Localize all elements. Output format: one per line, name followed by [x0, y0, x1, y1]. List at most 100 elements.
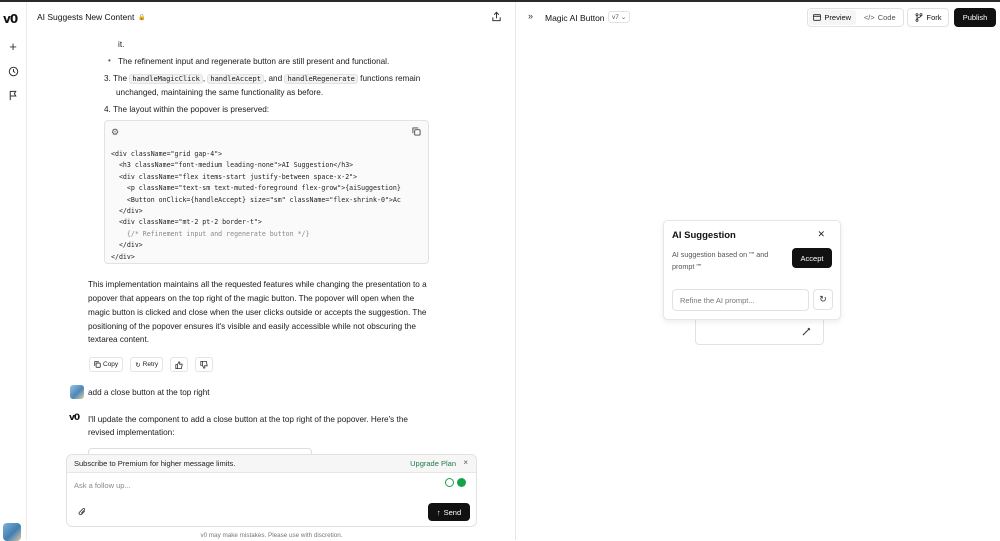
inline-code: handleRegenerate	[284, 74, 358, 84]
upgrade-banner: Subscribe to Premium for higher message …	[67, 455, 476, 473]
thumbs-up-button[interactable]	[170, 357, 189, 372]
tab-preview[interactable]: Preview	[809, 10, 856, 25]
settings-icon: ⚙	[111, 127, 120, 137]
assistant-tools	[445, 478, 466, 487]
window-icon	[813, 14, 822, 21]
chat-title[interactable]: AI Suggests New Content	[37, 12, 134, 22]
code-block: ⚙ <div className="grid gap-4"> <h3 class…	[104, 120, 429, 264]
preview-panel: » Magic AI Button v7 ⌄ Preview </> Code …	[516, 2, 1000, 540]
text: ,	[202, 74, 206, 83]
text: , and	[263, 74, 283, 83]
code-line: <div className="flex items-start justify…	[111, 172, 358, 181]
user-avatar	[70, 385, 84, 399]
code-line: </div>	[111, 241, 143, 250]
thumbs-down-icon	[200, 360, 208, 369]
chat-panel: AI Suggests New Content 🔒 it. • The refi…	[28, 2, 515, 540]
assistant-message-line: I'll update the component to add a close…	[88, 415, 408, 424]
code-line: <h3 className="font-medium leading-none"…	[111, 161, 354, 170]
grammarly-icon[interactable]	[457, 478, 466, 487]
code-line: </div>	[111, 252, 135, 261]
thumbs-down-button[interactable]	[195, 357, 214, 372]
tab-code-label: Code	[877, 13, 896, 22]
collapse-icon[interactable]: »	[528, 11, 533, 21]
close-icon[interactable]: ×	[463, 458, 468, 467]
block-title: Magic AI Button	[545, 13, 605, 23]
lightbulb-icon[interactable]	[445, 478, 454, 487]
copy-label: Copy	[103, 361, 119, 368]
close-icon[interactable]: ✕	[817, 229, 825, 240]
share-icon[interactable]	[491, 11, 502, 25]
code-line: <p className="text-sm text-muted-foregro…	[111, 184, 401, 193]
tab-preview-label: Preview	[824, 13, 852, 22]
fork-icon	[915, 13, 922, 22]
avatar[interactable]	[3, 523, 21, 541]
plus-icon[interactable]: +	[5, 38, 21, 54]
arrow-up-icon: ↑	[436, 507, 441, 517]
refresh-icon: ↻	[819, 294, 827, 304]
message-line: The refinement input and regenerate butt…	[118, 57, 390, 66]
retry-button[interactable]: ↻ Retry	[130, 357, 164, 372]
magic-wand-icon[interactable]	[802, 327, 811, 338]
list-number: 4.	[104, 105, 111, 114]
user-message: add a close button at the top right	[88, 388, 210, 397]
fork-button[interactable]: Fork	[907, 8, 949, 27]
list-item: 3. The handleMagicClick, handleAccept, a…	[104, 72, 420, 87]
paperclip-icon[interactable]	[78, 507, 87, 519]
copy-icon[interactable]	[412, 127, 421, 138]
code-line: <div className="grid gap-4">	[111, 150, 223, 158]
left-rail: v0 +	[0, 2, 27, 541]
lock-icon: 🔒	[138, 14, 146, 21]
paragraph-line: This implementation maintains all the re…	[88, 280, 427, 289]
disclaimer: v0 may make mistakes. Please use with di…	[200, 532, 343, 539]
refine-prompt-input[interactable]: Refine the AI prompt...	[672, 289, 809, 311]
history-icon[interactable]	[5, 63, 21, 79]
regenerate-button[interactable]: ↻	[813, 289, 833, 310]
inline-code: handleMagicClick	[129, 74, 203, 84]
version-label: v7	[612, 13, 619, 21]
inline-code: handleAccept	[207, 74, 264, 84]
text: The	[112, 74, 128, 83]
send-label: Send	[443, 507, 462, 517]
publish-button[interactable]: Publish	[954, 8, 996, 27]
suggestion-text: AI suggestion based on "" and prompt ""	[672, 250, 769, 271]
message-actions: Copy ↻ Retry	[89, 357, 214, 372]
version-select[interactable]: v7 ⌄	[608, 11, 631, 23]
code-line: <div className="mt-2 pt-2 border-t">	[111, 218, 262, 227]
follow-up-input[interactable]: Ask a follow up...	[74, 481, 131, 490]
view-toggle: Preview </> Code	[807, 8, 904, 27]
fork-label: Fork	[926, 13, 942, 22]
list-number: 3.	[104, 74, 111, 83]
assistant-avatar: v0	[69, 413, 80, 423]
text: functions remain	[360, 74, 421, 83]
copy-button[interactable]: Copy	[89, 357, 124, 372]
paragraph-line: positioning of the popover ensures it's …	[88, 322, 416, 331]
code-line: <Button onClick={handleAccept} size="sm"…	[111, 195, 401, 204]
chat-header: AI Suggests New Content 🔒	[28, 2, 515, 32]
accept-button[interactable]: Accept	[792, 248, 832, 268]
upgrade-plan-link[interactable]: Upgrade Plan	[410, 459, 456, 468]
paragraph-line: popover that appears on the top right of…	[88, 294, 415, 303]
preview-header: » Magic AI Button v7 ⌄ Preview </> Code …	[516, 2, 1000, 32]
send-button[interactable]: ↑ Send	[428, 503, 470, 521]
message-line: it.	[118, 40, 125, 49]
bullet-dot: •	[108, 56, 111, 65]
promo-text: Subscribe to Premium for higher message …	[74, 459, 236, 468]
text: The layout within the popover is preserv…	[112, 105, 270, 114]
thumbs-up-icon	[175, 360, 183, 369]
assistant-message-line: revised implementation:	[88, 428, 175, 437]
code-icon: </>	[863, 13, 875, 22]
code-line: {/* Refinement input and regenerate butt…	[111, 229, 310, 238]
chevron-down-icon: ⌄	[620, 14, 627, 21]
tab-code[interactable]: </> Code	[857, 9, 904, 26]
retry-icon: ↻	[135, 361, 141, 369]
list-item: 4. The layout within the popover is pres…	[104, 103, 269, 117]
popover-title: AI Suggestion	[672, 230, 736, 241]
ai-suggestion-popover: AI Suggestion ✕ AI suggestion based on "…	[663, 220, 841, 320]
code-line: </div>	[111, 207, 143, 216]
message-line: unchanged, maintaining the same function…	[116, 88, 324, 97]
v0-logo[interactable]: v0	[3, 12, 18, 26]
paragraph-line: magic button is clicked and close when t…	[88, 308, 427, 317]
flag-icon[interactable]	[5, 87, 21, 103]
code-content: <div className="grid gap-4"> <h3 classNa…	[111, 149, 401, 263]
composer: Subscribe to Premium for higher message …	[66, 454, 477, 527]
